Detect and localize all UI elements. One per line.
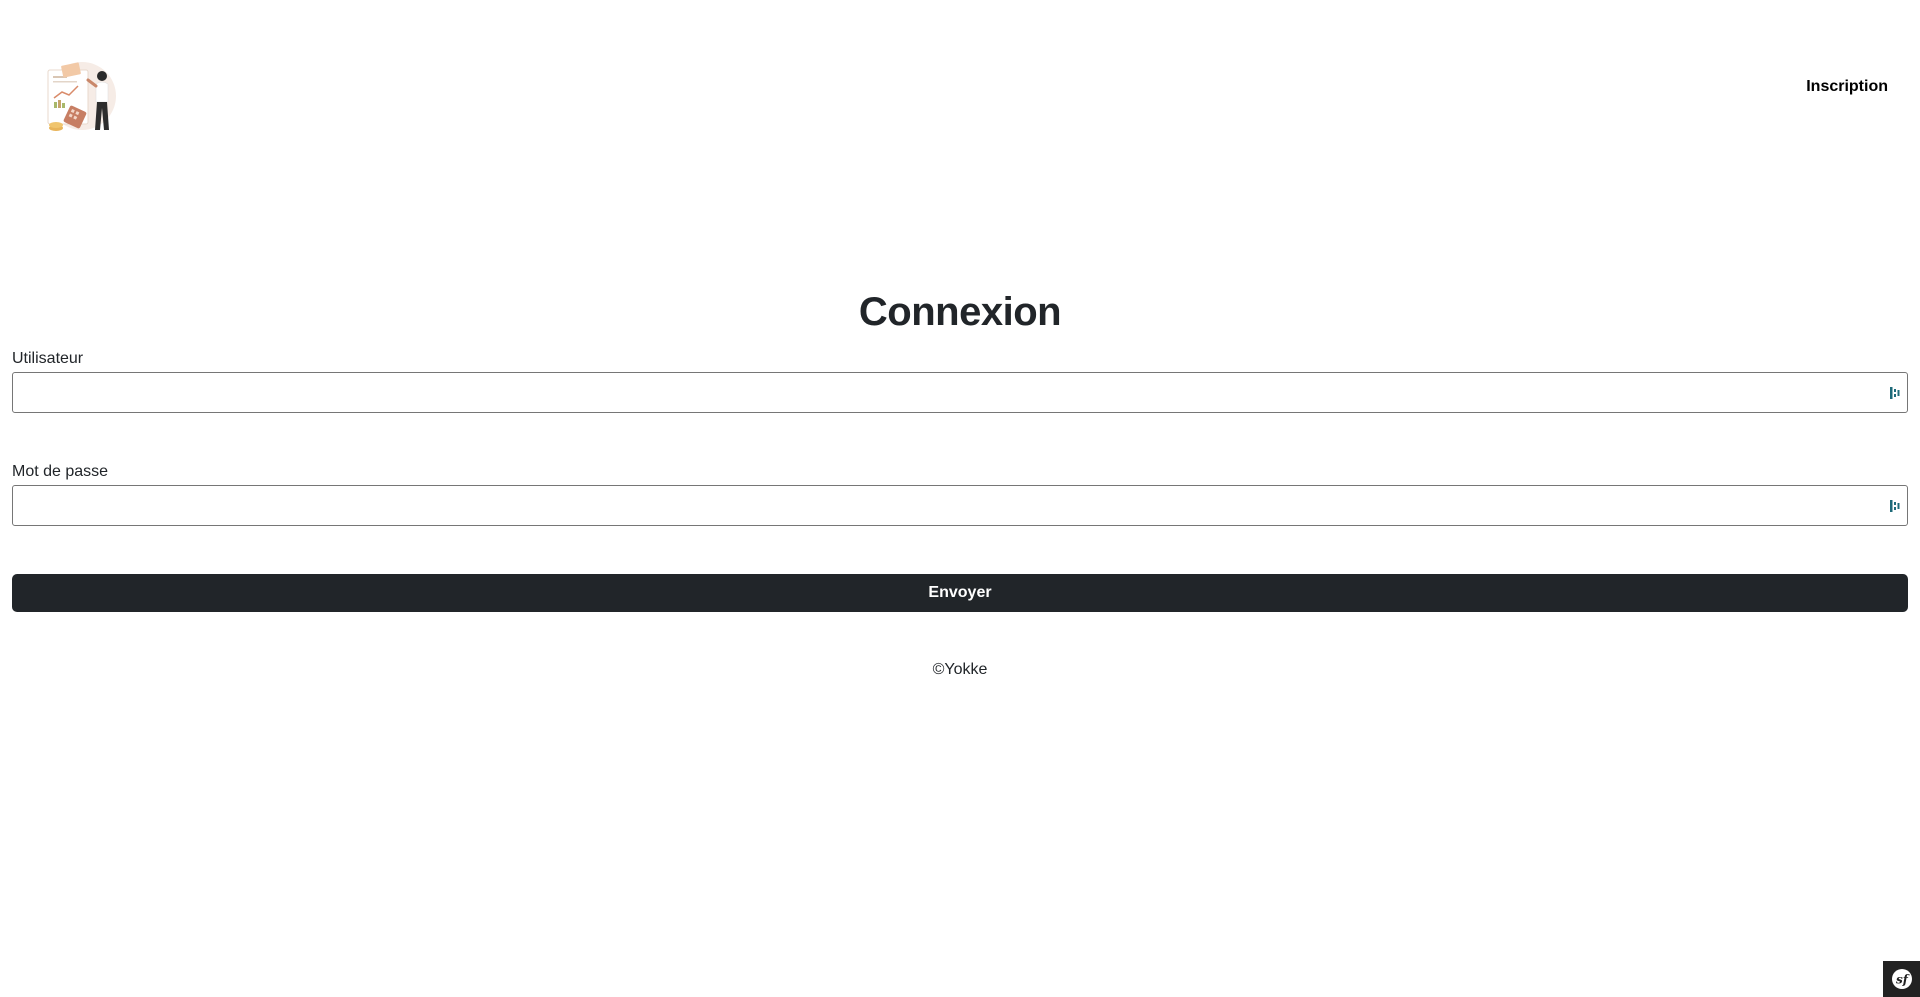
footer-copyright: ©Yokke bbox=[932, 661, 988, 678]
password-manager-icon[interactable] bbox=[1887, 498, 1903, 514]
logo[interactable] bbox=[42, 58, 120, 136]
password-manager-icon[interactable] bbox=[1887, 385, 1903, 401]
page-title: Connexion bbox=[858, 290, 1062, 334]
accounting-illustration-logo-icon bbox=[47, 62, 116, 131]
symfony-logo-icon: sf bbox=[1891, 969, 1912, 989]
submit-button[interactable]: Envoyer bbox=[12, 574, 1908, 612]
nav-register-link[interactable]: Inscription bbox=[1806, 78, 1888, 96]
site-header: Inscription bbox=[0, 0, 1920, 170]
username-input[interactable] bbox=[13, 373, 1907, 412]
password-input[interactable] bbox=[13, 486, 1907, 525]
debug-toolbar-toggle[interactable]: sf bbox=[1883, 961, 1920, 997]
svg-text:sf: sf bbox=[1896, 973, 1910, 987]
password-label: Mot de passe bbox=[12, 463, 109, 480]
username-field-wrapper bbox=[12, 372, 1908, 413]
password-field-wrapper bbox=[12, 485, 1908, 526]
username-label: Utilisateur bbox=[12, 350, 84, 367]
login-page: Inscription Connexion Utilisateur Mot de… bbox=[0, 0, 1920, 997]
